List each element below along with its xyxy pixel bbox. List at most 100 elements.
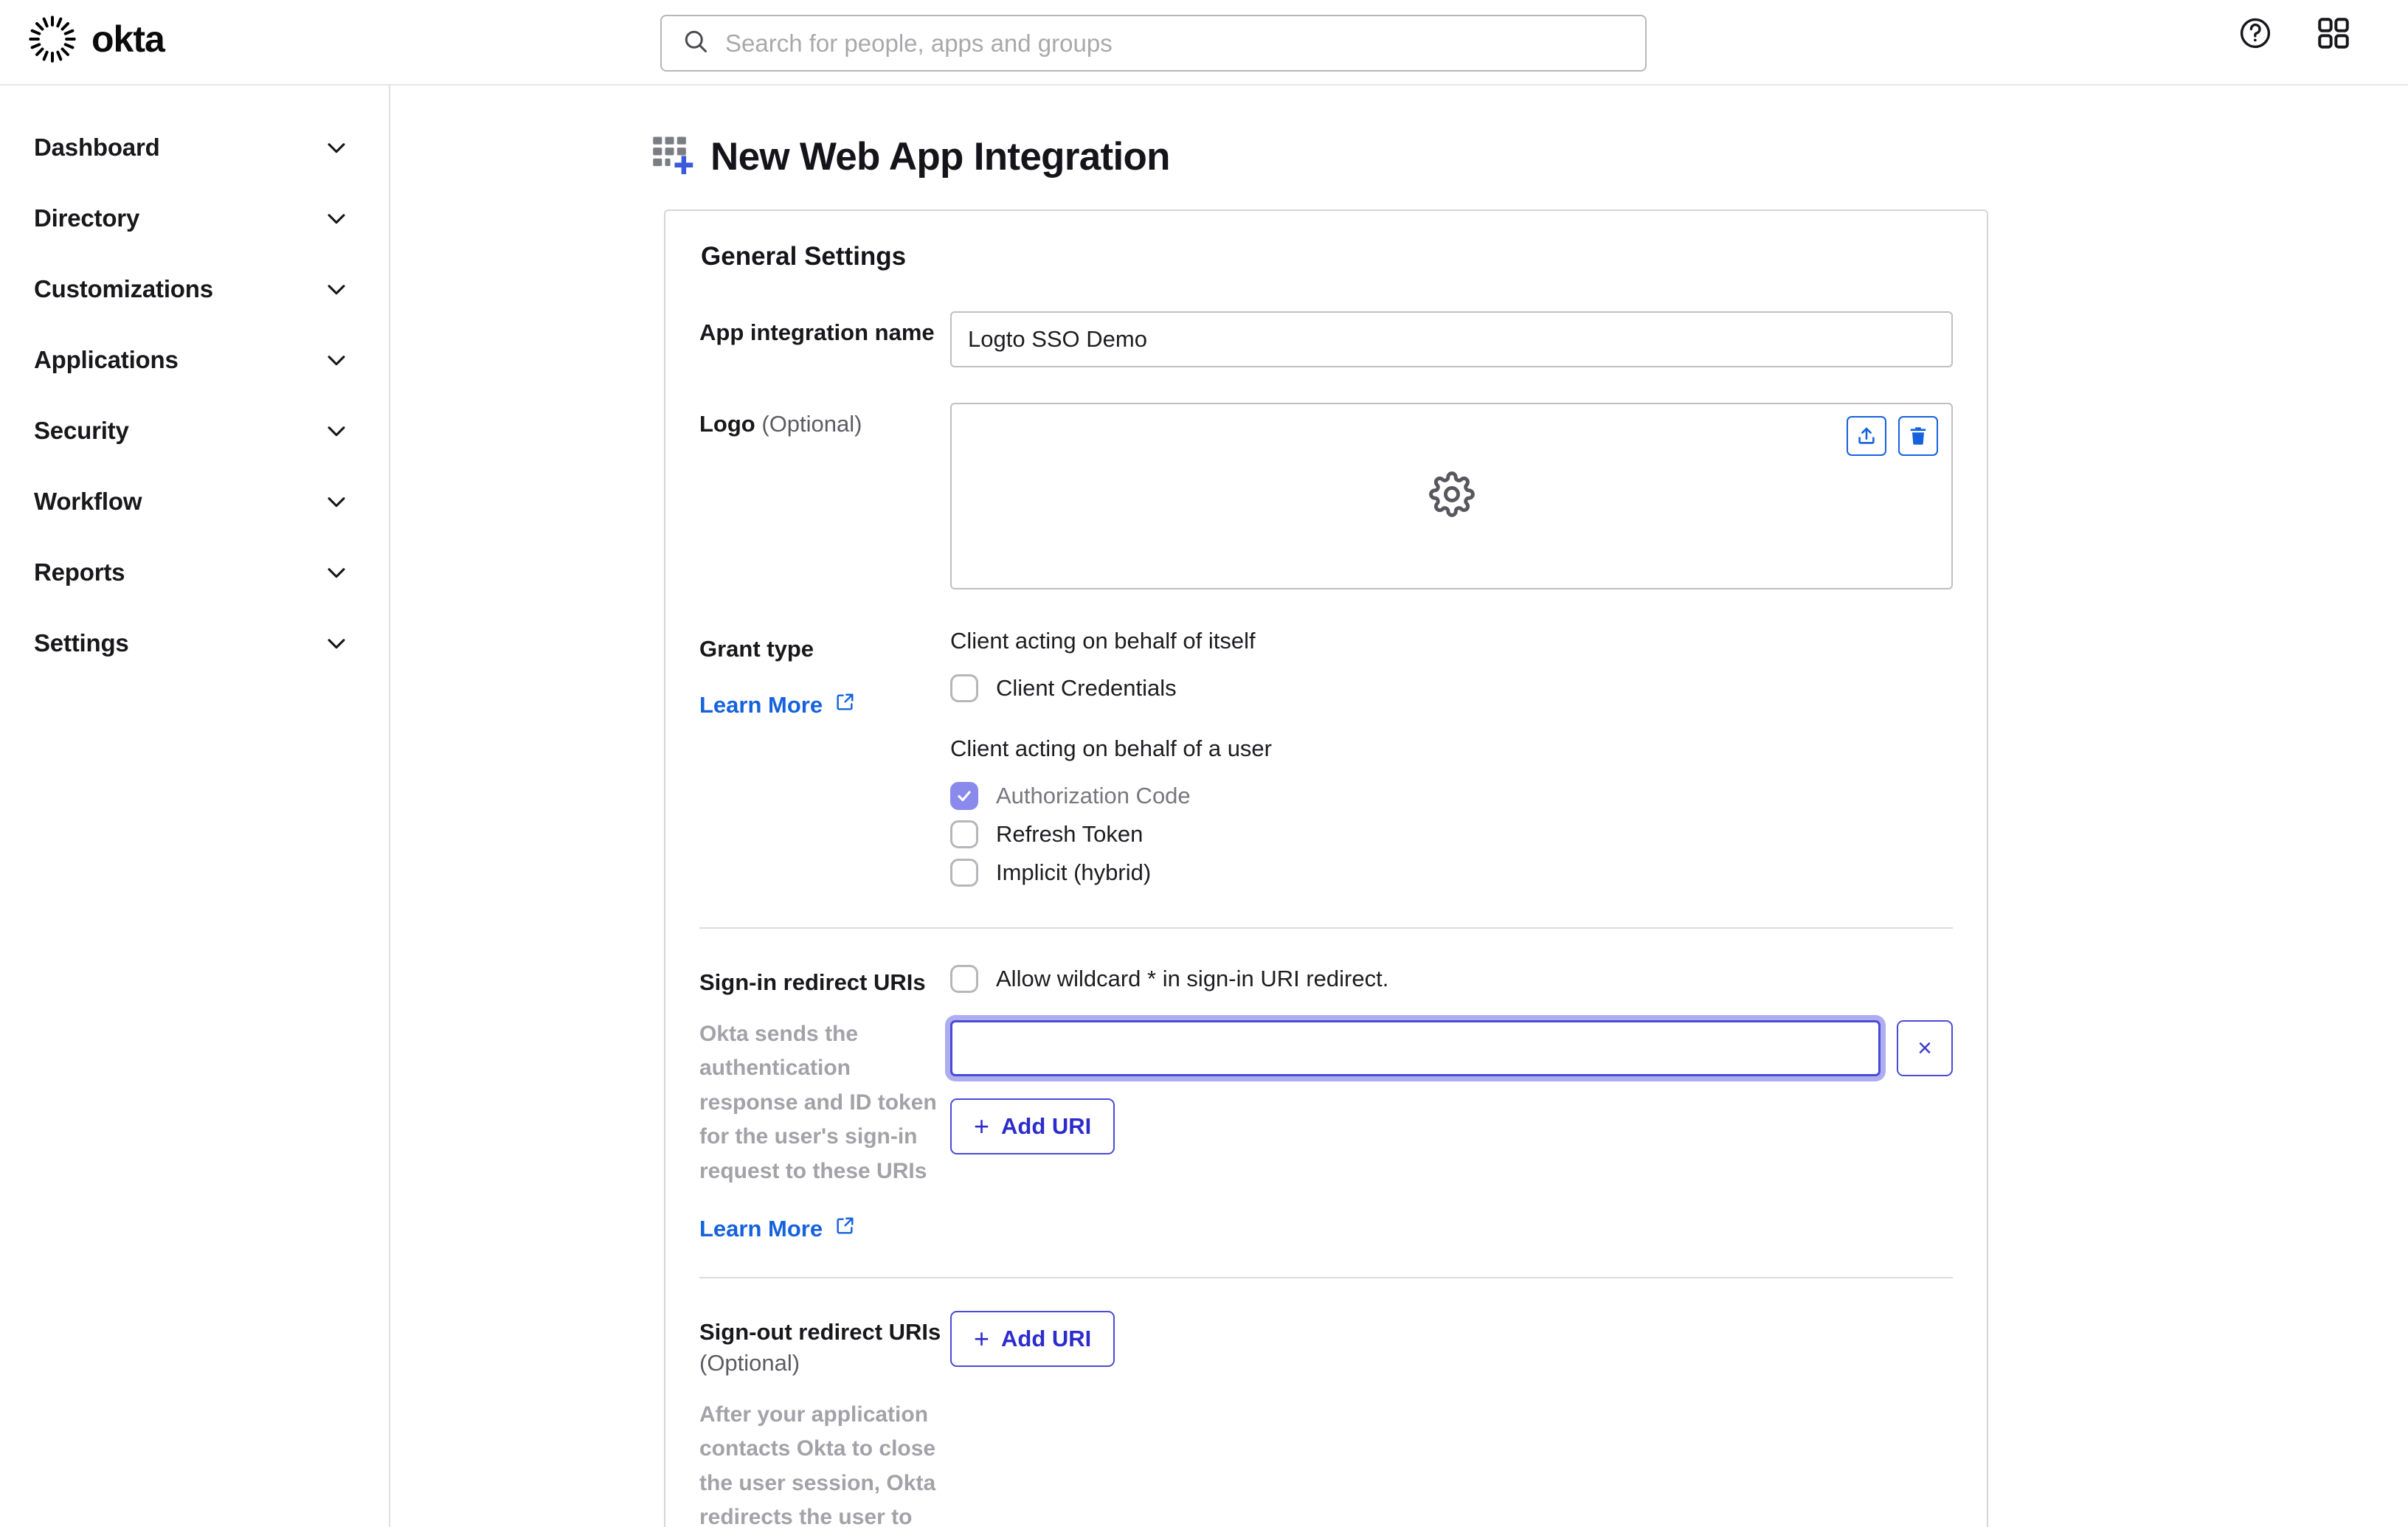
grant-type-learn-more-link[interactable]: Learn More: [699, 690, 855, 721]
sidebar-item-label: Directory: [34, 204, 140, 232]
signin-redirect-help-text: Okta sends the authentication response a…: [699, 1021, 937, 1183]
sidebar-item-security[interactable]: Security: [0, 395, 389, 466]
signout-add-uri-button[interactable]: + Add URI: [950, 1311, 1115, 1368]
chevron-down-icon: [324, 631, 349, 656]
sidebar-item-customizations[interactable]: Customizations: [0, 254, 389, 325]
signin-add-uri-button[interactable]: + Add URI: [950, 1098, 1115, 1154]
signin-redirect-label: Sign-in redirect URIs: [699, 969, 926, 995]
page-title-row: New Web App Integration: [651, 134, 2408, 180]
plus-icon: +: [974, 1111, 990, 1141]
grant-group-caption-user: Client acting on behalf of a user: [950, 735, 1272, 761]
chevron-down-icon: [324, 489, 349, 514]
divider: [699, 927, 1953, 929]
chevron-down-icon: [324, 560, 349, 585]
sidebar-item-settings[interactable]: Settings: [0, 608, 389, 679]
logo-optional-text: (Optional): [761, 411, 862, 437]
search-icon: [682, 28, 709, 58]
signout-optional-text: (Optional): [699, 1350, 800, 1377]
grant-type-label: Grant type: [699, 636, 814, 662]
checkbox-client-credentials[interactable]: Client Credentials: [950, 671, 1953, 706]
signout-redirect-help-text: After your application contacts Okta to …: [699, 1402, 936, 1527]
signin-redirect-fields: Allow wildcard * in sign-in URI redirect…: [950, 961, 1953, 1154]
app-integration-name-label: App integration name: [699, 319, 935, 345]
sidebar-item-label: Reports: [34, 558, 125, 586]
learn-more-label: Learn More: [699, 1216, 823, 1242]
signin-uri-row: ×: [950, 1020, 1953, 1076]
signout-redirect-row: Sign-out redirect URIs (Optional) After …: [699, 1311, 1953, 1527]
logo-actions: [1847, 416, 1938, 456]
new-app-grid-plus-icon: [651, 134, 694, 180]
upload-icon[interactable]: [1847, 416, 1886, 456]
general-settings-card: General Settings App integration name Lo…: [664, 210, 1988, 1527]
logo-label: Logo (Optional): [699, 403, 950, 440]
search-input[interactable]: [725, 16, 1625, 70]
chevron-down-icon: [324, 418, 349, 443]
logo-upload-box[interactable]: [950, 403, 1953, 589]
external-link-icon: [834, 690, 855, 721]
okta-brand[interactable]: okta: [28, 15, 165, 63]
sidebar-item-workflow[interactable]: Workflow: [0, 466, 389, 537]
signout-redirect-label-col: Sign-out redirect URIs (Optional) After …: [699, 1311, 950, 1527]
checkbox-implicit-hybrid[interactable]: Implicit (hybrid): [950, 855, 1953, 890]
sidebar-nav: Dashboard Directory Customizations Appli…: [0, 86, 390, 1527]
learn-more-label: Learn More: [699, 691, 823, 718]
external-link-icon: [834, 1213, 855, 1244]
checkbox-box-icon: [950, 820, 978, 848]
app-integration-name-input[interactable]: [950, 311, 1953, 367]
trash-icon[interactable]: [1898, 416, 1938, 456]
chevron-down-icon: [324, 135, 349, 160]
signout-redirect-label-text: Sign-out redirect URIs: [699, 1319, 941, 1346]
search-bar[interactable]: [660, 15, 1647, 72]
checkbox-refresh-token[interactable]: Refresh Token: [950, 817, 1953, 852]
sidebar-item-label: Applications: [34, 346, 179, 373]
chevron-down-icon: [324, 277, 349, 302]
signin-redirect-learn-more-link[interactable]: Learn More: [699, 1213, 855, 1244]
grant-type-label-col: Grant type Learn More: [699, 628, 950, 721]
signin-redirect-label-col: Sign-in redirect URIs Okta sends the aut…: [699, 961, 950, 1244]
header-actions: [2232, 10, 2356, 56]
checkbox-checked-icon: [950, 782, 978, 810]
sidebar-item-applications[interactable]: Applications: [0, 325, 389, 395]
grant-type-row: Grant type Learn More Client acting on b…: [699, 628, 1953, 893]
okta-wordmark: okta: [91, 18, 165, 60]
help-circle-icon[interactable]: [2232, 10, 2278, 56]
logo-row: Logo (Optional): [699, 403, 1953, 589]
sidebar-item-label: Customizations: [34, 275, 213, 302]
okta-sunburst-icon: [28, 15, 77, 63]
close-icon[interactable]: ×: [1897, 1020, 1953, 1076]
signin-redirect-row: Sign-in redirect URIs Okta sends the aut…: [699, 961, 1953, 1244]
checkbox-box-icon: [950, 965, 978, 993]
checkbox-authorization-code[interactable]: Authorization Code: [950, 778, 1953, 814]
general-settings-heading: General Settings: [701, 242, 907, 271]
checkbox-label: Allow wildcard * in sign-in URI redirect…: [996, 966, 1389, 991]
sidebar-item-dashboard[interactable]: Dashboard: [0, 112, 389, 183]
sidebar-item-label: Dashboard: [34, 134, 160, 161]
chevron-down-icon: [324, 347, 349, 373]
checkbox-box-icon: [950, 859, 978, 887]
plus-icon: +: [974, 1323, 990, 1354]
divider: [699, 1277, 1953, 1279]
sidebar-item-label: Settings: [34, 629, 129, 657]
signout-redirect-fields: + Add URI: [950, 1311, 1953, 1368]
checkbox-label: Refresh Token: [996, 821, 1144, 847]
checkbox-label: Implicit (hybrid): [996, 859, 1152, 885]
gear-icon: [1428, 471, 1475, 521]
checkbox-label: Authorization Code: [996, 783, 1191, 808]
sidebar-item-reports[interactable]: Reports: [0, 537, 389, 608]
app-integration-name-row: App integration name: [699, 311, 1953, 367]
sidebar-item-directory[interactable]: Directory: [0, 183, 389, 254]
checkbox-allow-wildcard[interactable]: Allow wildcard * in sign-in URI redirect…: [950, 961, 1953, 997]
signin-uri-input[interactable]: [950, 1020, 1881, 1076]
sidebar-item-label: Security: [34, 417, 129, 444]
top-header: okta: [0, 0, 2408, 86]
main-content: New Web App Integration General Settings…: [392, 86, 2408, 1527]
signout-redirect-label: Sign-out redirect URIs (Optional): [699, 1317, 950, 1379]
app-grid-icon[interactable]: [2311, 10, 2356, 56]
checkbox-label: Client Credentials: [996, 675, 1177, 701]
checkbox-box-icon: [950, 674, 978, 702]
sidebar-item-label: Workflow: [34, 488, 142, 515]
add-uri-label: Add URI: [1001, 1113, 1092, 1139]
add-uri-label: Add URI: [1001, 1326, 1092, 1352]
grant-type-options: Client acting on behalf of itself Client…: [950, 628, 1953, 893]
chevron-down-icon: [324, 206, 349, 231]
